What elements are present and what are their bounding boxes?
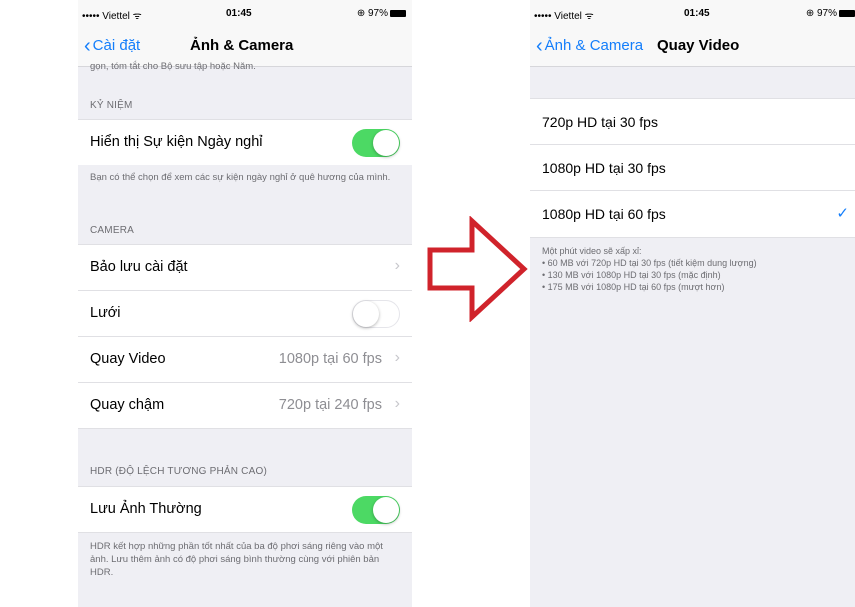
holiday-events-toggle[interactable]	[352, 129, 400, 157]
grid-row: Lưới	[78, 290, 412, 336]
keep-normal-photo-label: Lưu Ảnh Thường	[90, 501, 202, 517]
chevron-left-icon: ‹	[84, 35, 91, 57]
settings-screen-photos-camera: ••••• Viettel ᯤ 01:45 ⊕ 97% ‹ Cài đặt Ảnh…	[78, 0, 412, 607]
option-label: 1080p HD tại 30 fps	[542, 160, 666, 176]
footer-line: • 60 MB với 720p HD tại 30 fps (tiết kiệ…	[542, 258, 757, 268]
record-video-row[interactable]: Quay Video 1080p tại 60 fps ›	[78, 336, 412, 382]
footer-line: • 130 MB với 1080p HD tại 30 fps (mặc đị…	[542, 270, 721, 280]
section-header-camera: CAMERA	[90, 225, 134, 236]
red-outline-arrow-right-icon	[427, 216, 528, 322]
holiday-events-label: Hiển thị Sự kiện Ngày nghỉ	[90, 134, 263, 150]
section-header-hdr: HDR (ĐỘ LỆCH TƯƠNG PHẢN CAO)	[90, 466, 267, 477]
back-button[interactable]: ‹ Cài đặt	[84, 35, 140, 57]
clock: 01:45	[226, 8, 252, 19]
checkmark-icon: ✓	[836, 205, 849, 222]
settings-screen-record-video: ••••• Viettel ᯤ 01:45 ⊕ 97% ‹ Ảnh & Camer…	[530, 0, 855, 607]
section-header-memories: KỶ NIỆM	[90, 100, 133, 111]
option-label: 1080p HD tại 60 fps	[542, 206, 666, 222]
slow-motion-value: 720p tại 240 fps	[278, 397, 382, 413]
clock: 01:45	[684, 8, 710, 19]
chevron-left-icon: ‹	[536, 35, 543, 57]
holiday-footer: Bạn có thể chọn để xem các sự kiện ngày …	[90, 172, 391, 183]
record-video-label: Quay Video	[90, 351, 166, 367]
slow-motion-row[interactable]: Quay chậm 720p tại 240 fps ›	[78, 382, 412, 429]
storage-footer: Một phút video sẽ xấp xỉ: • 60 MB với 72…	[542, 245, 845, 293]
toggle-knob	[353, 301, 379, 327]
battery-icon	[839, 9, 855, 17]
truncated-footer: gọn, tóm tắt cho Bộ sưu tập hoặc Năm.	[90, 61, 256, 72]
battery-icon	[390, 9, 406, 17]
slow-motion-label: Quay chậm	[90, 397, 165, 413]
battery-indicator: ⊕ 97%	[357, 8, 406, 19]
option-1080p-30[interactable]: 1080p HD tại 30 fps	[530, 144, 855, 191]
carrier-label: ••••• Viettel ᯤ	[534, 11, 594, 22]
holiday-events-row: Hiển thị Sự kiện Ngày nghỉ	[78, 119, 412, 165]
status-bar: ••••• Viettel ᯤ 01:45 ⊕ 97%	[530, 0, 855, 26]
option-720p-30[interactable]: 720p HD tại 30 fps	[530, 98, 855, 145]
keep-normal-photo-row: Lưu Ảnh Thường	[78, 486, 412, 533]
battery-indicator: ⊕ 97%	[806, 8, 855, 19]
page-title: Quay Video	[657, 37, 740, 54]
hdr-footer: HDR kết hợp những phần tốt nhất của ba đ…	[90, 541, 383, 578]
back-button[interactable]: ‹ Ảnh & Camera	[536, 35, 643, 57]
preserve-settings-row[interactable]: Bảo lưu cài đặt ›	[78, 244, 412, 290]
preserve-settings-label: Bảo lưu cài đặt	[90, 259, 188, 275]
toggle-knob	[373, 497, 399, 523]
keep-normal-photo-toggle[interactable]	[352, 496, 400, 524]
carrier-label: ••••• Viettel ᯤ	[82, 11, 142, 22]
chevron-right-icon: ›	[394, 395, 400, 412]
nav-bar: ‹ Ảnh & Camera Quay Video	[530, 26, 855, 67]
grid-toggle[interactable]	[352, 300, 400, 328]
footer-title: Một phút video sẽ xấp xỉ:	[542, 246, 642, 256]
option-label: 720p HD tại 30 fps	[542, 114, 658, 130]
footer-line: • 175 MB với 1080p HD tại 60 fps (mượt h…	[542, 282, 725, 292]
option-1080p-60[interactable]: 1080p HD tại 60 fps ✓	[530, 190, 855, 238]
status-bar: ••••• Viettel ᯤ 01:45 ⊕ 97%	[78, 0, 412, 26]
chevron-right-icon: ›	[394, 257, 400, 274]
chevron-right-icon: ›	[394, 349, 400, 366]
page-title: Ảnh & Camera	[190, 37, 294, 54]
grid-label: Lưới	[90, 305, 121, 321]
record-video-value: 1080p tại 60 fps	[278, 351, 382, 367]
toggle-knob	[373, 130, 399, 156]
